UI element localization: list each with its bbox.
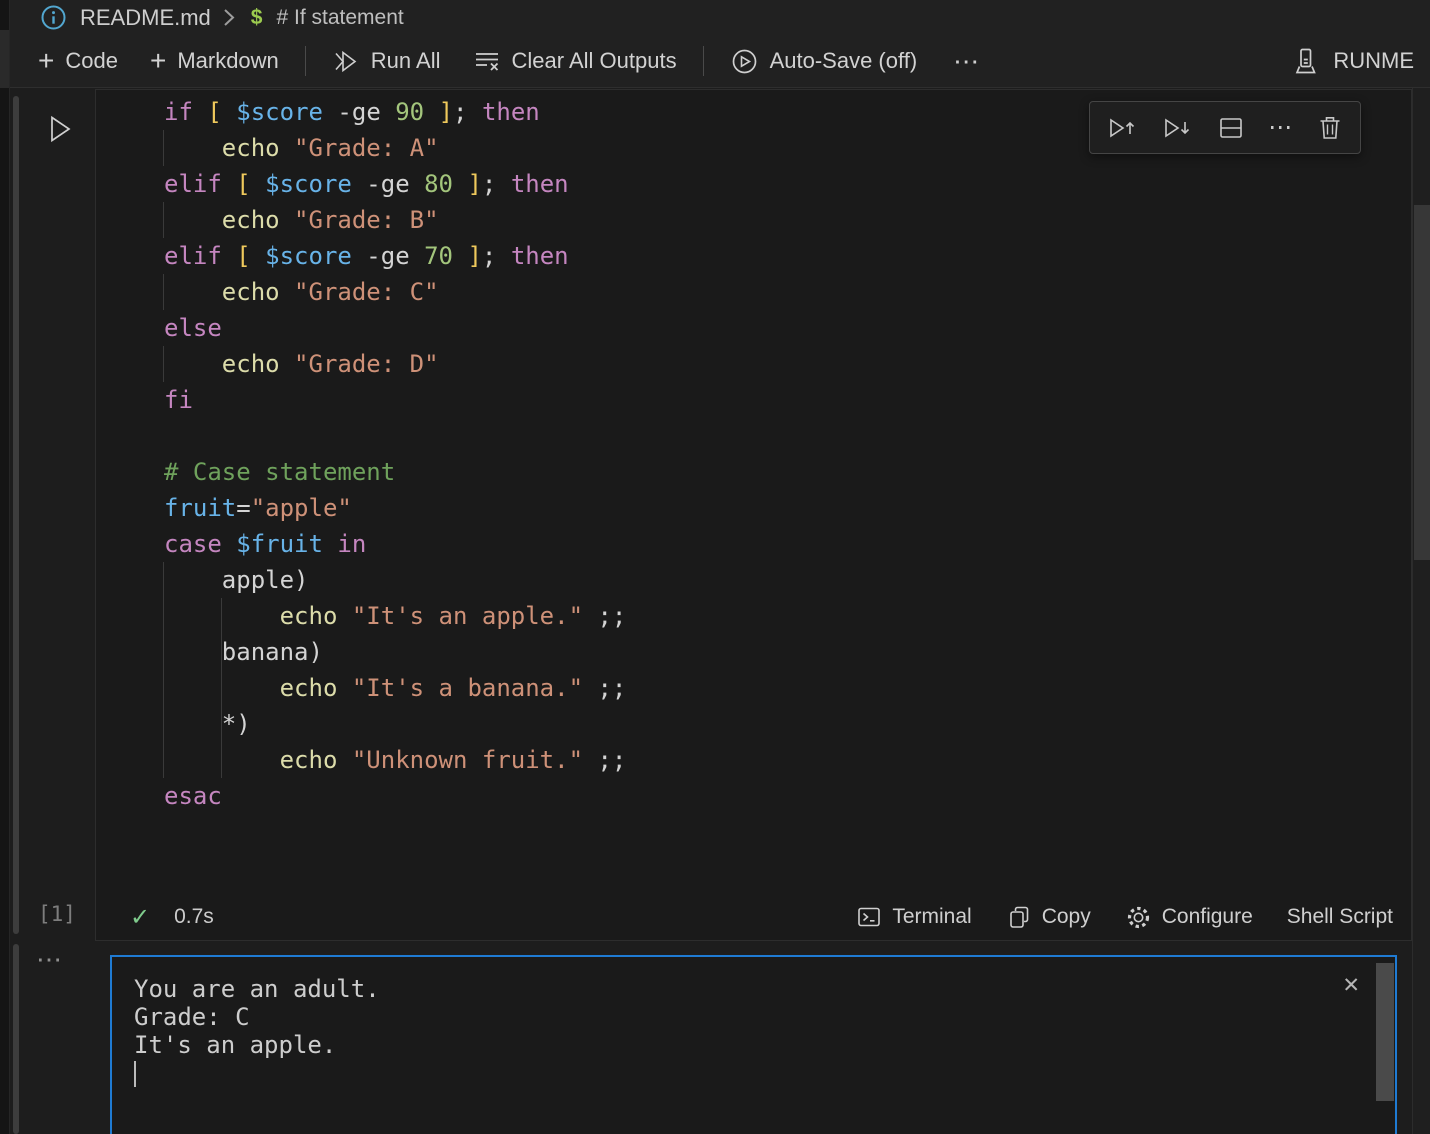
cell-output: You are an adult.Grade: CIt's an apple. …: [110, 955, 1397, 1134]
gear-icon: [1125, 904, 1152, 931]
add-code-label: Code: [65, 48, 118, 74]
breadcrumb-cell-label[interactable]: # If statement: [276, 6, 403, 30]
run-all-icon: [332, 48, 360, 75]
toolbar-separator: [305, 46, 306, 76]
add-markdown-cell-button[interactable]: + Markdown: [150, 48, 279, 74]
close-output-button[interactable]: ✕: [1343, 971, 1359, 997]
code-line: else: [164, 310, 1411, 346]
toolbar-more-button[interactable]: ⋯: [953, 46, 981, 77]
code-line: *): [164, 706, 1411, 742]
code-line: elif [ $score -ge 70 ]; then: [164, 238, 1411, 274]
auto-save-icon: [730, 47, 759, 76]
code-line: elif [ $score -ge 80 ]; then: [164, 166, 1411, 202]
execute-above-button[interactable]: [1106, 113, 1138, 143]
code-line: [164, 418, 1411, 454]
output-line: It's an apple.: [134, 1031, 1373, 1059]
code-line: [164, 814, 1411, 850]
code-line: banana): [164, 634, 1411, 670]
code-line: echo "Grade: C": [164, 274, 1411, 310]
code-line: apple): [164, 562, 1411, 598]
auto-save-toggle[interactable]: Auto-Save (off): [730, 47, 918, 76]
terminal-icon: [856, 904, 882, 930]
run-all-button[interactable]: Run All: [332, 48, 441, 75]
output-terminal[interactable]: You are an adult.Grade: CIt's an apple. …: [112, 957, 1395, 1134]
code-line: echo "It's a banana." ;;: [164, 670, 1411, 706]
code-line: echo "Grade: B": [164, 202, 1411, 238]
execution-duration: 0.7s: [174, 905, 214, 929]
indent-guide: [163, 130, 164, 166]
indent-guide: [163, 202, 164, 238]
output-collapse-button[interactable]: ⋯: [36, 944, 63, 975]
top-panel: README.md $ # If statement + Code + Mark…: [10, 0, 1430, 88]
run-cell-button[interactable]: [44, 112, 76, 146]
runme-logo-icon: [1290, 46, 1321, 77]
cell-toolbar: ⋯: [1089, 101, 1361, 154]
code-line: echo "It's an apple." ;;: [164, 598, 1411, 634]
terminal-cursor: [134, 1061, 136, 1087]
language-label: Shell Script: [1287, 905, 1393, 929]
clear-all-outputs-button[interactable]: Clear All Outputs: [473, 48, 677, 74]
plus-icon: +: [150, 50, 166, 72]
output-lines: You are an adult.Grade: CIt's an apple.: [134, 975, 1373, 1059]
breadcrumb-cell-symbol: $: [251, 6, 263, 30]
execute-below-button[interactable]: [1161, 113, 1193, 143]
code-cell: if [ $score -ge 90 ]; then echo "Grade: …: [95, 89, 1412, 941]
info-icon: [40, 4, 67, 31]
auto-save-label: Auto-Save (off): [770, 48, 918, 74]
terminal-button[interactable]: Terminal: [856, 904, 971, 930]
output-focus-bar: [13, 944, 19, 1134]
cell-more-actions-button[interactable]: ⋯: [1268, 113, 1293, 142]
notebook-scrollbar-thumb[interactable]: [1414, 205, 1430, 560]
breadcrumb-chevron-icon: [223, 8, 235, 27]
left-rail: [0, 0, 10, 1134]
output-scrollbar[interactable]: [1376, 963, 1394, 1101]
add-markdown-label: Markdown: [177, 48, 278, 74]
clear-all-outputs-icon: [473, 48, 501, 74]
code-line: [164, 850, 1411, 886]
add-code-cell-button[interactable]: + Code: [38, 48, 118, 74]
language-picker[interactable]: Shell Script: [1287, 905, 1393, 929]
indent-guide: [163, 562, 164, 778]
split-cell-button[interactable]: [1216, 113, 1246, 143]
delete-cell-button[interactable]: [1316, 113, 1344, 143]
plus-icon: +: [38, 50, 54, 72]
copy-label: Copy: [1042, 905, 1091, 929]
cell-status-bar: ✓ 0.7s Terminal Copy: [96, 894, 1411, 940]
code-line: case $fruit in: [164, 526, 1411, 562]
code-line: fi: [164, 382, 1411, 418]
copy-button[interactable]: Copy: [1006, 904, 1091, 931]
indent-guide: [221, 598, 222, 778]
code-line: esac: [164, 778, 1411, 814]
output-line: Grade: C: [134, 1003, 1373, 1031]
code-line: fruit="apple": [164, 490, 1411, 526]
code-line: # Case statement: [164, 454, 1411, 490]
play-icon: [44, 112, 76, 146]
runme-label: RUNME: [1333, 48, 1414, 74]
indent-guide: [163, 274, 164, 310]
configure-label: Configure: [1162, 905, 1253, 929]
configure-button[interactable]: Configure: [1125, 904, 1253, 931]
indent-guide: [163, 346, 164, 382]
breadcrumb: README.md $ # If statement: [10, 0, 1430, 35]
terminal-label: Terminal: [892, 905, 971, 929]
code-editor[interactable]: if [ $score -ge 90 ]; then echo "Grade: …: [96, 90, 1411, 894]
code-line: echo "Unknown fruit." ;;: [164, 742, 1411, 778]
toolbar-separator: [703, 46, 704, 76]
clear-all-outputs-label: Clear All Outputs: [512, 48, 677, 74]
copy-icon: [1006, 904, 1032, 931]
code-line: echo "Grade: D": [164, 346, 1411, 382]
left-rail-notch: [0, 30, 9, 88]
execution-count: [1]: [38, 902, 76, 926]
breadcrumb-file[interactable]: README.md: [80, 5, 211, 31]
notebook-toolbar: + Code + Markdown Run All Clear All Outp…: [10, 35, 1430, 87]
run-all-label: Run All: [371, 48, 441, 74]
success-check-icon: ✓: [130, 903, 150, 932]
notebook-scrollbar-track: [1412, 88, 1430, 1134]
output-line: You are an adult.: [134, 975, 1373, 1003]
cell-focus-bar: [13, 96, 19, 934]
runme-button[interactable]: RUNME: [1290, 46, 1414, 77]
